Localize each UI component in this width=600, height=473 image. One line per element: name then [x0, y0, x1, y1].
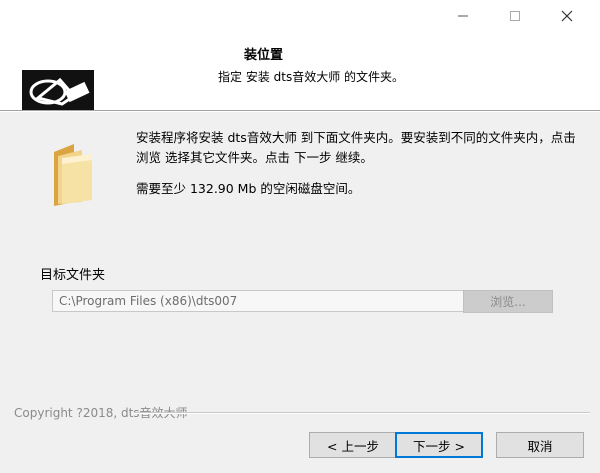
header-subtitle: 指定 安装 dts音效大师 的文件夹。 — [218, 70, 405, 84]
header-title: 装位置 — [244, 48, 284, 63]
folder-icon — [54, 144, 92, 206]
cancel-button[interactable]: 取消 — [496, 432, 584, 458]
footer-divider — [134, 412, 590, 414]
maximize-icon — [510, 11, 520, 21]
minimize-button[interactable] — [440, 0, 486, 32]
minimize-icon — [458, 15, 468, 17]
next-button[interactable]: 下一步 > — [395, 432, 483, 458]
title-bar[interactable] — [0, 0, 600, 32]
disk-space-required: 需要至少 132.90 Mb 的空闲磁盘空间。 — [136, 181, 361, 196]
install-description: 安装程序将安装 dts音效大师 到下面文件夹内。要安装到不同的文件夹内，点击 浏… — [136, 130, 576, 165]
browse-button[interactable]: 浏览... — [463, 290, 553, 313]
close-button[interactable] — [544, 0, 590, 32]
app-logo-icon — [22, 70, 94, 110]
back-button[interactable]: < 上一步 — [309, 432, 397, 458]
maximize-button[interactable] — [492, 0, 538, 32]
header-divider — [0, 110, 600, 112]
destination-path-input[interactable] — [52, 290, 468, 312]
wizard-header: 装位置 指定 安装 dts音效大师 的文件夹。 — [0, 32, 600, 110]
destination-folder-label: 目标文件夹 — [40, 268, 106, 283]
installer-window: 装位置 指定 安装 dts音效大师 的文件夹。 安装程序将安装 dts音效大师 … — [0, 0, 600, 473]
destination-folder-group: 目标文件夹 浏览... — [26, 258, 571, 328]
close-icon — [561, 10, 573, 22]
